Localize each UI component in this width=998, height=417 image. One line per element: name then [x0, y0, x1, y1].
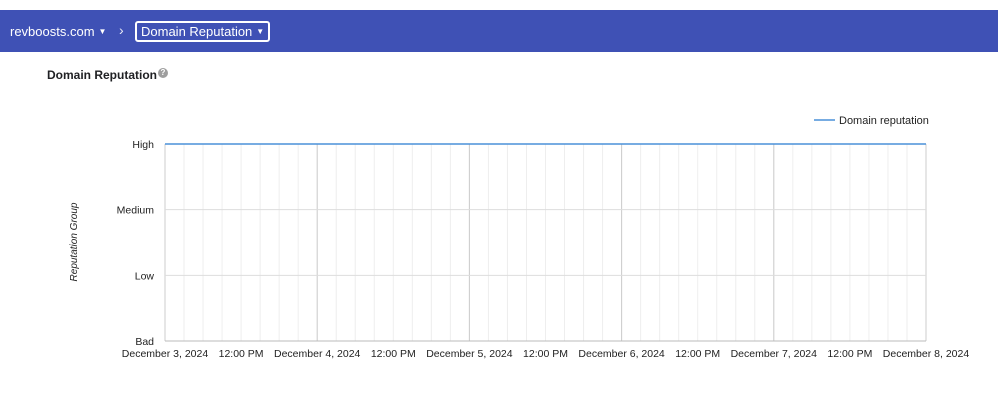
x-tick-label: 12:00 PM: [827, 348, 872, 360]
x-tick-label: 12:00 PM: [523, 348, 568, 360]
domain-reputation-chart: Bad Low Medium High December 3, 2024 12:00 P…: [69, 115, 970, 360]
legend-label: Domain reputation: [839, 115, 929, 127]
y-axis-label: Reputation Group: [69, 202, 80, 281]
y-tick-label: Low: [135, 270, 155, 282]
x-tick-label: 12:00 PM: [675, 348, 720, 360]
y-tick-label: Medium: [117, 205, 155, 217]
minor-gridlines: [164, 144, 927, 341]
x-tick-label: December 3, 2024: [122, 348, 209, 360]
y-tick-label: High: [132, 139, 154, 151]
y-tick-label: Bad: [135, 336, 154, 348]
x-tick-label: December 4, 2024: [274, 348, 361, 360]
x-tick-label: 12:00 PM: [371, 348, 416, 360]
x-tick-label: December 8, 2024: [883, 348, 970, 360]
legend[interactable]: Domain reputation: [814, 115, 929, 127]
y-axis-ticks: Bad Low Medium High: [117, 139, 155, 348]
x-tick-label: December 7, 2024: [731, 348, 818, 360]
x-tick-label: December 5, 2024: [426, 348, 513, 360]
x-tick-label: 12:00 PM: [219, 348, 264, 360]
x-axis-ticks: December 3, 2024 12:00 PM December 4, 2024…: [122, 348, 970, 360]
x-tick-label: December 6, 2024: [578, 348, 665, 360]
